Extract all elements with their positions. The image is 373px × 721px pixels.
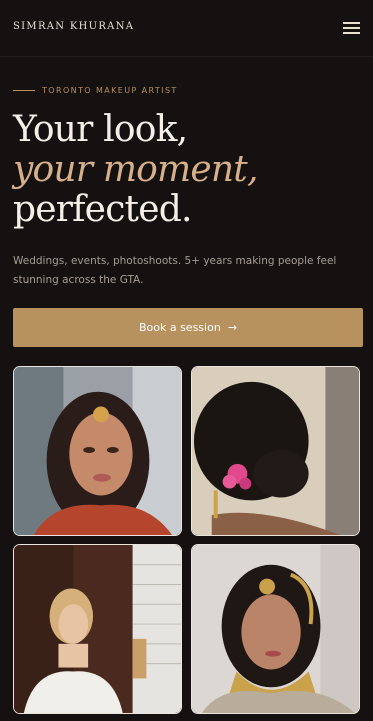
book-session-label: Book a session [138, 321, 221, 334]
headline-line-3: perfected. [13, 189, 192, 230]
hamburger-menu-icon[interactable] [340, 18, 362, 38]
menu-bar-top [343, 22, 360, 24]
bride-white-gown-image [14, 545, 181, 713]
gallery-photo-3[interactable] [13, 544, 182, 714]
gallery-photo-4[interactable] [191, 544, 360, 714]
hero-headline: Your look, your moment, perfected. [13, 110, 363, 230]
headline-line-1: Your look, [13, 109, 188, 150]
eyebrow-text: TORONTO MAKEUP ARTIST [42, 86, 178, 95]
gallery-photo-2[interactable] [191, 366, 360, 536]
book-session-button[interactable]: Book a session → [13, 308, 363, 347]
headline-line-2-accent: your moment, [13, 149, 258, 190]
hero-description: Weddings, events, photoshoots. 5+ years … [13, 255, 337, 286]
menu-bar-bottom [343, 32, 360, 34]
brand-name[interactable]: SIMRAN KHURANA [13, 21, 134, 32]
arrow-right-icon: → [227, 321, 238, 334]
top-navigation-bar: SIMRAN KHURANA [0, 0, 373, 57]
gallery-photo-1[interactable] [13, 366, 182, 536]
eyebrow-divider-line [13, 90, 35, 91]
bun-hairstyle-image [192, 367, 359, 535]
bridal-portrait-image [14, 367, 181, 535]
bridal-gold-jewelry-image [192, 545, 359, 713]
menu-bar-middle [343, 27, 360, 29]
